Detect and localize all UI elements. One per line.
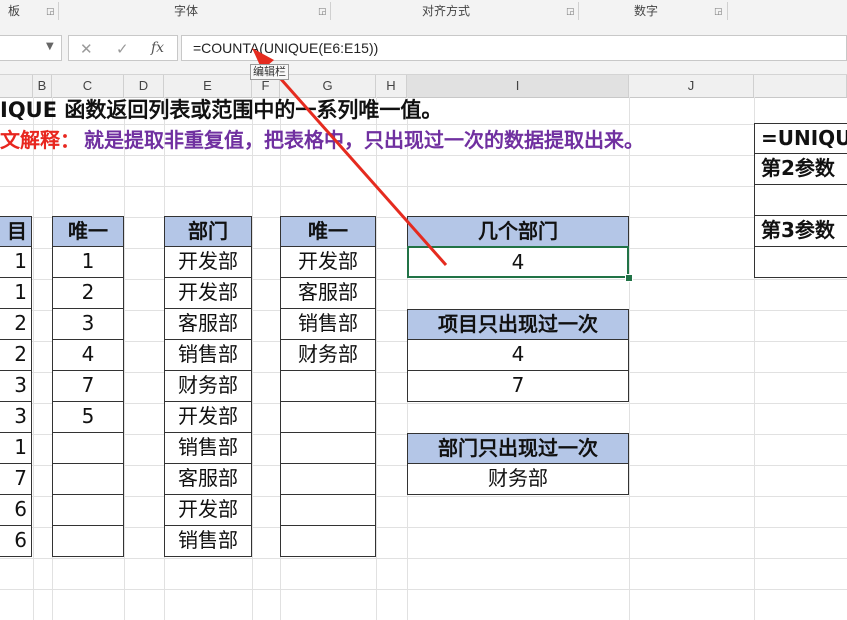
syntax-cell-blank[interactable] — [754, 185, 847, 216]
unique-department-column-header[interactable]: 唯一 — [280, 216, 376, 247]
dept-once-cell[interactable]: 财务部 — [407, 463, 629, 495]
unique-number-column-cell[interactable]: 7 — [52, 370, 124, 402]
unique-number-column-cell[interactable] — [52, 463, 124, 495]
unique-number-column-cell[interactable]: 2 — [52, 277, 124, 309]
department-column-cell[interactable]: 销售部 — [164, 339, 252, 371]
ribbon-separator — [330, 2, 331, 20]
id-column-cell[interactable]: 1 — [0, 277, 32, 309]
department-column-cell[interactable]: 销售部 — [164, 432, 252, 464]
unique-number-column-cell[interactable]: 4 — [52, 339, 124, 371]
department-column-cell[interactable]: 客服部 — [164, 463, 252, 495]
ribbon-group-number-label: 数字 — [634, 4, 659, 18]
formula-bar-tooltip: 编辑栏 — [250, 64, 289, 80]
department-column-cell[interactable]: 客服部 — [164, 308, 252, 340]
ribbon-group-alignment-label: 对齐方式 — [422, 4, 471, 18]
unique-department-column-cell[interactable]: 开发部 — [280, 246, 376, 278]
column-header[interactable]: B — [33, 75, 52, 97]
unique-department-column-cell[interactable] — [280, 432, 376, 464]
dept-once-header[interactable]: 部门只出现过一次 — [407, 433, 629, 464]
ribbon-group-clipboard-label: 板 — [8, 4, 21, 18]
unique-department-column-cell[interactable] — [280, 370, 376, 402]
ribbon-group-bar: 板 ◲ 字体 ◲ 对齐方式 ◲ 数字 ◲ — [0, 0, 847, 23]
dialog-launcher-icon[interactable]: ◲ — [714, 8, 723, 17]
department-column-cell[interactable]: 开发部 — [164, 401, 252, 433]
unique-department-column-cell[interactable] — [280, 494, 376, 526]
column-header[interactable]: E — [164, 75, 252, 97]
unique-number-column-header[interactable]: 唯一 — [52, 216, 124, 247]
dialog-launcher-icon[interactable]: ◲ — [318, 8, 327, 17]
unique-department-column-cell[interactable] — [280, 463, 376, 495]
unique-number-column-cell[interactable]: 5 — [52, 401, 124, 433]
column-header-a[interactable] — [0, 75, 33, 97]
id-column-cell[interactable]: 1 — [0, 432, 32, 464]
id-column-cell[interactable]: 6 — [0, 494, 32, 526]
cancel-icon[interactable]: ✕ — [80, 40, 93, 58]
unique-syntax-cell[interactable]: =UNIQU — [754, 123, 847, 154]
formula-input[interactable]: =COUNTA(UNIQUE(E6:E15)) — [181, 35, 847, 61]
unique-department-column-cell[interactable]: 客服部 — [280, 277, 376, 309]
ribbon-separator — [578, 2, 579, 20]
department-column-cell[interactable]: 销售部 — [164, 525, 252, 557]
unique-number-column-cell[interactable]: 3 — [52, 308, 124, 340]
id-column-cell[interactable]: 6 — [0, 525, 32, 557]
ribbon-separator — [727, 2, 728, 20]
id-column-cell[interactable]: 3 — [0, 370, 32, 402]
name-box[interactable]: ▼ — [0, 35, 62, 61]
column-header[interactable]: H — [376, 75, 407, 97]
department-column-cell[interactable]: 开发部 — [164, 246, 252, 278]
department-column-cell[interactable]: 开发部 — [164, 494, 252, 526]
fill-handle[interactable] — [625, 274, 633, 282]
unique-department-column-cell[interactable] — [280, 525, 376, 557]
description-text: IQUE 函数返回列表或范围中的一系列唯一值。 — [0, 98, 443, 122]
explanation-text: 就是提取非重复值，把表格中，只出现过一次的数据提取出来。 — [84, 128, 644, 152]
unique-department-column-cell[interactable]: 财务部 — [280, 339, 376, 371]
dept-count-result-cell[interactable]: 4 — [407, 246, 629, 278]
param2-cell[interactable]: 第2参数 — [754, 154, 847, 185]
dialog-launcher-icon[interactable]: ◲ — [46, 8, 55, 17]
id-column-header[interactable]: 目 — [0, 216, 32, 247]
enter-icon[interactable]: ✓ — [116, 40, 129, 58]
department-column-header[interactable]: 部门 — [164, 216, 252, 247]
chevron-down-icon[interactable]: ▼ — [46, 41, 54, 52]
id-column-cell[interactable]: 7 — [0, 463, 32, 495]
item-once-cell[interactable]: 4 — [407, 339, 629, 371]
item-once-header[interactable]: 项目只出现过一次 — [407, 309, 629, 340]
department-column-cell[interactable]: 财务部 — [164, 370, 252, 402]
dept-count-header[interactable]: 几个部门 — [407, 216, 629, 247]
id-column-cell[interactable]: 2 — [0, 308, 32, 340]
unique-department-column-cell[interactable]: 销售部 — [280, 308, 376, 340]
id-column-cell[interactable]: 3 — [0, 401, 32, 433]
ribbon-group-font-label: 字体 — [174, 4, 199, 18]
department-column-cell[interactable]: 开发部 — [164, 277, 252, 309]
dialog-launcher-icon[interactable]: ◲ — [566, 8, 575, 17]
id-column-cell[interactable]: 2 — [0, 339, 32, 371]
unique-number-column-cell[interactable] — [52, 494, 124, 526]
unique-number-column-cell[interactable]: 1 — [52, 246, 124, 278]
column-header[interactable]: C — [52, 75, 124, 97]
ribbon-separator — [58, 2, 59, 20]
column-header[interactable]: G — [280, 75, 376, 97]
column-header-k[interactable] — [754, 75, 847, 97]
unique-number-column-cell[interactable] — [52, 432, 124, 464]
insert-function-icon[interactable]: fx — [151, 40, 164, 56]
column-header[interactable]: D — [124, 75, 164, 97]
param3-cell[interactable]: 第3参数 — [754, 216, 847, 247]
formula-buttons: ✕ ✓ fx — [68, 35, 178, 61]
item-once-cell[interactable]: 7 — [407, 370, 629, 402]
syntax-cell-blank[interactable] — [754, 247, 847, 278]
unique-department-column-cell[interactable] — [280, 401, 376, 433]
unique-number-column-cell[interactable] — [52, 525, 124, 557]
column-header[interactable]: J — [629, 75, 754, 97]
explanation-label: 文解释： — [0, 128, 80, 152]
id-column-cell[interactable]: 1 — [0, 246, 32, 278]
column-header-selected[interactable]: I — [407, 75, 629, 97]
